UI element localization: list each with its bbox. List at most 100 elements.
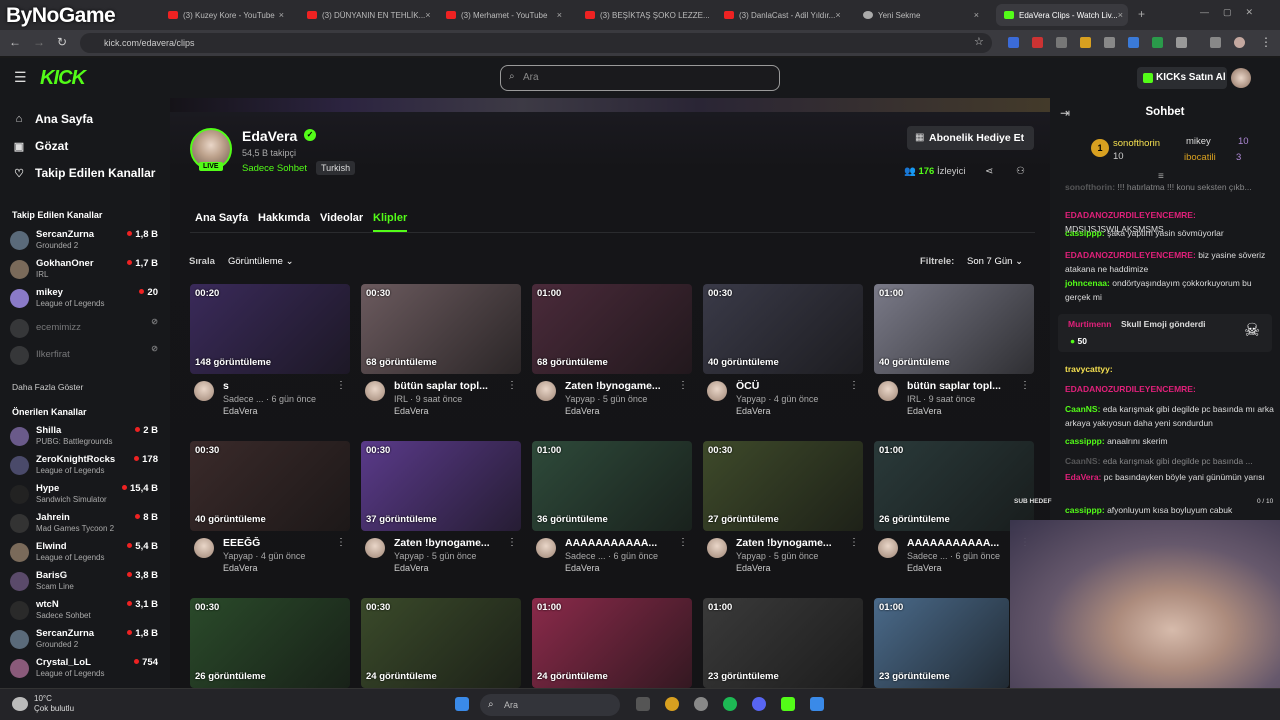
chat-username[interactable]: EdaVera:: [1065, 472, 1101, 482]
more-options-icon[interactable]: ⋮: [507, 380, 517, 391]
chat-username[interactable]: sonofthorin:: [1065, 182, 1115, 192]
puzzle-icon[interactable]: [1176, 37, 1187, 48]
window-controls-icon[interactable]: —▢✕: [1200, 7, 1267, 18]
recommended-channel[interactable]: Crystal_LoL League of Legends 754: [10, 656, 162, 682]
tab-about[interactable]: Hakkımda: [258, 212, 310, 224]
taskbar-search[interactable]: Ara: [480, 694, 620, 716]
extension-icon[interactable]: [1056, 37, 1067, 48]
close-icon[interactable]: ×: [279, 10, 284, 20]
sidebar-item-following[interactable]: ♡ Takip Edilen Kanallar: [12, 166, 155, 180]
clip-avatar[interactable]: [707, 381, 727, 401]
followed-channel-offline[interactable]: ecemimizz ⊘: [10, 316, 162, 342]
share-icon[interactable]: ⋖: [985, 166, 993, 177]
clip-title[interactable]: bütün saplar topl...: [907, 380, 1021, 392]
filter-dropdown[interactable]: Son 7 Gün ⌄: [967, 256, 1023, 267]
chat-username[interactable]: EDADANOZURDILEYENCEMRE:: [1065, 250, 1196, 260]
top-gifter-name[interactable]: ibocatili: [1184, 152, 1216, 163]
clip-title[interactable]: Zaten !bynogame...: [736, 537, 850, 549]
channel-category[interactable]: Sadece Sohbet: [242, 163, 307, 174]
more-options-icon[interactable]: ⋮: [336, 380, 346, 391]
notepad-icon[interactable]: [810, 697, 824, 711]
clip-avatar[interactable]: [365, 538, 385, 558]
followed-channel[interactable]: SercanZurna Grounded 2 1,8 B: [10, 228, 162, 254]
hamburger-menu-icon[interactable]: ☰: [14, 69, 27, 86]
new-tab-icon[interactable]: +: [1138, 7, 1145, 21]
clip-card[interactable]: 01:00 23 görüntüleme: [703, 598, 863, 688]
clip-card[interactable]: 00:30 40 görüntüleme ÖCÜ Yapyap · 4 gün önc…: [703, 284, 863, 424]
forward-icon[interactable]: →: [33, 35, 45, 49]
discord-icon[interactable]: [752, 697, 766, 711]
clip-title[interactable]: AAAAAAAAAAA...: [565, 537, 679, 549]
clip-title[interactable]: bütün saplar topl...: [394, 380, 508, 392]
sidebar-item-home[interactable]: ⌂ Ana Sayfa: [12, 112, 93, 126]
weather-widget[interactable]: 10°C Çok bulutlu: [34, 694, 74, 714]
more-options-icon[interactable]: ⋮: [849, 380, 859, 391]
more-options-icon[interactable]: ⋮: [507, 537, 517, 548]
clip-avatar[interactable]: [536, 381, 556, 401]
recommended-channel[interactable]: wtcN Sadece Sohbet 3,1 B: [10, 598, 162, 624]
clip-channel[interactable]: EdaVera: [907, 563, 942, 573]
clip-title[interactable]: EEEĞĞ: [223, 537, 337, 549]
clip-avatar[interactable]: [536, 538, 556, 558]
app-icon[interactable]: [694, 697, 708, 711]
search-input[interactable]: Ara: [500, 65, 780, 91]
chat-username[interactable]: EDADANOZURDILEYENCEMRE:: [1065, 210, 1196, 220]
more-options-icon[interactable]: ⋮: [678, 380, 688, 391]
chat-username[interactable]: johncenaa:: [1065, 278, 1110, 288]
clip-title[interactable]: Zaten !bynogame...: [565, 380, 679, 392]
clip-card[interactable]: 01:00 68 görüntüleme Zaten !bynogame... Yap…: [532, 284, 692, 424]
extension-icon[interactable]: [1104, 37, 1115, 48]
sort-dropdown[interactable]: Görüntüleme ⌄: [228, 256, 294, 267]
profile-avatar[interactable]: [1234, 37, 1245, 48]
clip-channel[interactable]: EdaVera: [394, 563, 429, 573]
chat-username[interactable]: CaanNS:: [1065, 404, 1100, 414]
tab-home[interactable]: Ana Sayfa: [195, 212, 248, 224]
browser-tab[interactable]: (3) BEŞİKTAŞ ŞOKO LEZZE...×: [577, 4, 709, 26]
tab-clips[interactable]: Klipler: [373, 212, 407, 224]
extension-icon[interactable]: [1032, 37, 1043, 48]
pinned-user[interactable]: Murtimenn: [1068, 319, 1111, 329]
followed-channel[interactable]: GokhanOner IRL 1,7 B: [10, 257, 162, 283]
clip-channel[interactable]: EdaVera: [736, 563, 771, 573]
top-gifter-name[interactable]: sonofthorin: [1113, 138, 1160, 149]
recommended-channel[interactable]: Hype Sandwich Simulator 15,4 B: [10, 482, 162, 508]
shield-icon[interactable]: [1152, 37, 1163, 48]
clip-avatar[interactable]: [194, 538, 214, 558]
kick-app-icon[interactable]: [781, 697, 795, 711]
chat-username[interactable]: cassippp:: [1065, 436, 1105, 446]
clip-card[interactable]: 00:20 148 görüntüleme s Sadece ... · 6 gün …: [190, 284, 350, 424]
clip-channel[interactable]: EdaVera: [565, 406, 600, 416]
menu-dots-icon[interactable]: ⋮: [1260, 35, 1272, 49]
close-icon[interactable]: ×: [974, 10, 979, 20]
clip-card[interactable]: 00:30 26 görüntüleme: [190, 598, 350, 688]
clip-avatar[interactable]: [878, 381, 898, 401]
browser-tab[interactable]: (3) Merhamet - YouTube ×: [438, 4, 570, 26]
clip-card[interactable]: 01:00 36 görüntüleme AAAAAAAAAAA... Sadece …: [532, 441, 692, 581]
clip-avatar[interactable]: [878, 538, 898, 558]
clip-card[interactable]: 00:30 37 görüntüleme Zaten !bynogame... Yap…: [361, 441, 521, 581]
top-gifter-name[interactable]: mikey: [1186, 136, 1211, 147]
close-icon[interactable]: ×: [835, 10, 840, 20]
clip-card[interactable]: 01:00 24 görüntüleme: [532, 598, 692, 688]
recommended-channel[interactable]: Shilla PUBG: Battlegrounds 2 B: [10, 424, 162, 450]
media-icon[interactable]: [1210, 37, 1221, 48]
recommended-channel[interactable]: Jahrein Mad Games Tycoon 2 8 B: [10, 511, 162, 537]
task-view-icon[interactable]: [636, 697, 650, 711]
language-tag[interactable]: Turkish: [316, 161, 356, 175]
clip-avatar[interactable]: [365, 381, 385, 401]
more-options-icon[interactable]: ⋮: [849, 537, 859, 548]
clip-channel[interactable]: EdaVera: [565, 563, 600, 573]
clip-title[interactable]: Zaten !bynogame...: [394, 537, 508, 549]
browser-tab[interactable]: (3) DÜNYANIN EN TEHLİK... ×: [299, 4, 431, 26]
reload-icon[interactable]: ↻: [57, 35, 67, 49]
browser-tab[interactable]: Yeni Sekme ×: [855, 4, 987, 26]
clip-title[interactable]: s: [223, 380, 337, 392]
kick-logo[interactable]: KICK: [40, 67, 86, 90]
clip-card[interactable]: 00:30 68 görüntüleme bütün saplar topl... I…: [361, 284, 521, 424]
chat-username[interactable]: CaanNS:: [1065, 456, 1100, 466]
chat-username[interactable]: EDADANOZURDILEYENCEMRE:: [1065, 384, 1196, 394]
follow-user-icon[interactable]: ⚇: [1016, 166, 1025, 177]
user-avatar[interactable]: [1231, 68, 1251, 88]
browser-tab[interactable]: (3) DanlaCast - Adil Yıldır... ×: [716, 4, 848, 26]
browser-tab[interactable]: (3) Kuzey Kore - YouTube ×: [160, 4, 292, 26]
